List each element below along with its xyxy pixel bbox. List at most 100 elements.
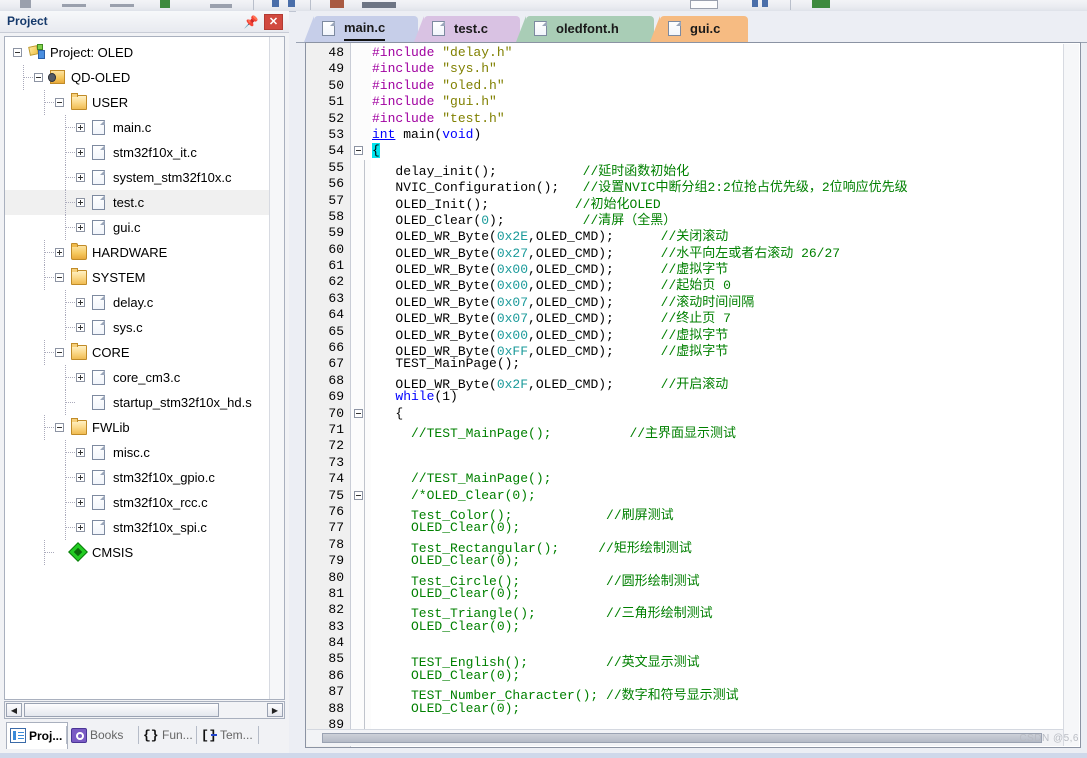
tree-item-project-oled[interactable]: Project: OLED — [5, 40, 271, 65]
tree-item-test-c[interactable]: test.c — [5, 190, 271, 215]
code-line[interactable]: 63 OLED_WR_Byte(0x07,OLED_CMD); //滚动时间间隔 — [306, 290, 1080, 310]
close-icon[interactable]: ✕ — [264, 14, 283, 30]
tree-item-sys-c[interactable]: sys.c — [5, 315, 271, 340]
collapse-icon[interactable] — [55, 273, 64, 282]
tree-item-hardware[interactable]: HARDWARE — [5, 240, 271, 265]
collapse-icon[interactable] — [55, 423, 64, 432]
fold-collapse-icon[interactable] — [354, 408, 363, 418]
options-icon-2[interactable] — [762, 0, 768, 7]
expand-icon[interactable] — [76, 173, 85, 182]
code-scroll-thumb[interactable] — [322, 733, 1042, 743]
code-line[interactable]: 51 #include "gui.h" — [306, 94, 1080, 110]
code-line[interactable]: 74 //TEST_MainPage(); — [306, 471, 1080, 488]
code-line[interactable]: 87 TEST_Number_Character(); //数字和符号显示测试 — [306, 684, 1080, 703]
expand-icon[interactable] — [76, 448, 85, 457]
tree-item-core[interactable]: CORE — [5, 340, 271, 365]
undo-icon[interactable] — [210, 4, 232, 8]
code-line[interactable]: 48 #include "delay.h" — [306, 45, 1080, 61]
code-line[interactable]: 68 OLED_WR_Byte(0x2F,OLED_CMD); //开启滚动 — [306, 372, 1080, 392]
code-line[interactable]: 55 delay_init(); //延时函数初始化 — [306, 159, 1080, 179]
tree-item-misc-c[interactable]: misc.c — [5, 440, 271, 465]
expand-icon[interactable] — [76, 298, 85, 307]
expand-icon[interactable] — [76, 523, 85, 532]
fold-collapse-icon[interactable] — [354, 490, 363, 500]
tree-item-stm32f10x-spi-c[interactable]: stm32f10x_spi.c — [5, 515, 271, 540]
tree-item-user[interactable]: USER — [5, 90, 271, 115]
code-editor[interactable]: 48 #include "delay.h" 49 #include "sys.h" 50… — [305, 42, 1081, 748]
expand-icon[interactable] — [76, 373, 85, 382]
expand-icon[interactable] — [76, 198, 85, 207]
code-line[interactable]: 65 OLED_WR_Byte(0x00,OLED_CMD); //虚拟字节 — [306, 323, 1080, 343]
code-line[interactable]: 83 OLED_Clear(0); — [306, 618, 1080, 636]
collapse-icon[interactable] — [13, 48, 22, 57]
tree-item-delay-c[interactable]: delay.c — [5, 290, 271, 315]
tree-item-cmsis[interactable]: CMSIS — [5, 540, 271, 565]
tree-item-main-c[interactable]: main.c — [5, 115, 271, 140]
code-line[interactable]: 81 OLED_Clear(0); — [306, 585, 1080, 603]
cut-icon[interactable] — [62, 4, 86, 7]
tree-item-qd-oled[interactable]: QD-OLED — [5, 65, 271, 90]
code-line[interactable]: 53 int main(void) — [306, 127, 1080, 143]
code-line[interactable]: 77 OLED_Clear(0); — [306, 520, 1080, 537]
collapse-icon[interactable] — [34, 73, 43, 82]
tree-vertical-scrollbar[interactable] — [269, 37, 284, 699]
project-tree[interactable]: Project: OLED QD-OLED USER main.c stm32f10x_… — [4, 36, 285, 700]
editor-tab-test-c[interactable]: test.c — [424, 16, 520, 42]
debug-icon[interactable] — [812, 0, 830, 8]
code-line[interactable]: 80 Test_Circle(); //圆形绘制测试 — [306, 569, 1080, 589]
expand-icon[interactable] — [76, 498, 85, 507]
navigate-forward-icon[interactable] — [288, 0, 295, 7]
tree-item-startup-stm32f10x-hd-s[interactable]: startup_stm32f10x_hd.s — [5, 390, 271, 415]
tree-item-stm32f10x-it-c[interactable]: stm32f10x_it.c — [5, 140, 271, 165]
expand-icon[interactable] — [76, 473, 85, 482]
code-line[interactable]: 78 Test_Rectangular(); //矩形绘制测试 — [306, 536, 1080, 556]
code-line[interactable]: 57 OLED_Init(); //初始化OLED — [306, 192, 1080, 212]
panel-tab-proj[interactable]: Proj... — [6, 722, 68, 749]
paste-icon[interactable] — [160, 0, 170, 8]
collapse-icon[interactable] — [55, 98, 64, 107]
collapse-icon[interactable] — [55, 348, 64, 357]
expand-icon[interactable] — [76, 123, 85, 132]
code-line[interactable]: 62 OLED_WR_Byte(0x00,OLED_CMD); //起始页 0 — [306, 274, 1080, 293]
expand-icon[interactable] — [76, 223, 85, 232]
code-line[interactable]: 79 OLED_Clear(0); — [306, 553, 1080, 570]
scroll-left-arrow[interactable]: ◀ — [6, 703, 22, 717]
editor-tab-oledfont-h[interactable]: oledfont.h — [526, 16, 654, 42]
tree-item-stm32f10x-gpio-c[interactable]: stm32f10x_gpio.c — [5, 465, 271, 490]
copy-icon[interactable] — [110, 4, 134, 7]
code-line[interactable]: 58 OLED_Clear(0); //清屏（全黑） — [306, 208, 1080, 228]
code-line[interactable]: 76 Test_Color(); //刷屏测试 — [306, 503, 1080, 523]
code-horizontal-scrollbar[interactable] — [307, 729, 1063, 746]
tree-item-stm32f10x-rcc-c[interactable]: stm32f10x_rcc.c — [5, 490, 271, 515]
fold-collapse-icon[interactable] — [354, 146, 363, 156]
tree-item-core-cm3-c[interactable]: core_cm3.c — [5, 365, 271, 390]
pin-icon[interactable]: 📌 — [243, 14, 259, 30]
code-line[interactable]: 64 OLED_WR_Byte(0x07,OLED_CMD); //终止页 7 — [306, 307, 1080, 326]
navigate-back-icon[interactable] — [272, 0, 279, 7]
editor-tab-gui-c[interactable]: gui.c — [660, 16, 748, 42]
code-line[interactable]: 66 OLED_WR_Byte(0xFF,OLED_CMD); //虚拟字节 — [306, 340, 1080, 359]
code-line[interactable]: 52 #include "test.h" — [306, 111, 1080, 127]
tree-item-gui-c[interactable]: gui.c — [5, 215, 271, 240]
code-line[interactable]: 67 TEST_MainPage(); — [306, 356, 1080, 373]
expand-icon[interactable] — [55, 248, 64, 257]
expand-icon[interactable] — [76, 148, 85, 157]
code-line[interactable]: 73 — [306, 454, 1080, 472]
save-icon[interactable] — [20, 0, 31, 8]
code-line[interactable]: 71 //TEST_MainPage(); //主界面显示测试 — [306, 421, 1080, 441]
scroll-thumb[interactable] — [24, 703, 219, 717]
panel-tab-tem[interactable]: [] Tem... — [198, 723, 260, 748]
code-line[interactable]: 72 — [306, 438, 1080, 455]
editor-tab-main-c[interactable]: main.c — [314, 16, 418, 42]
panel-tab-fun[interactable]: {} Fun... — [140, 723, 198, 748]
expand-icon[interactable] — [76, 323, 85, 332]
panel-tab-books[interactable]: Books — [68, 723, 140, 748]
code-line[interactable]: 82 Test_Triangle(); //三角形绘制测试 — [306, 602, 1080, 621]
code-line[interactable]: 75 /*OLED_Clear(0); — [306, 487, 1080, 504]
target-select[interactable] — [690, 0, 718, 9]
tree-item-fwlib[interactable]: FWLib — [5, 415, 271, 440]
tree-item-system-stm32f10x-c[interactable]: system_stm32f10x.c — [5, 165, 271, 190]
code-line[interactable]: 84 — [306, 635, 1080, 652]
code-line[interactable]: 56 NVIC_Configuration(); //设置NVIC中断分组2:2… — [306, 176, 1080, 195]
build-icon[interactable] — [330, 0, 344, 8]
